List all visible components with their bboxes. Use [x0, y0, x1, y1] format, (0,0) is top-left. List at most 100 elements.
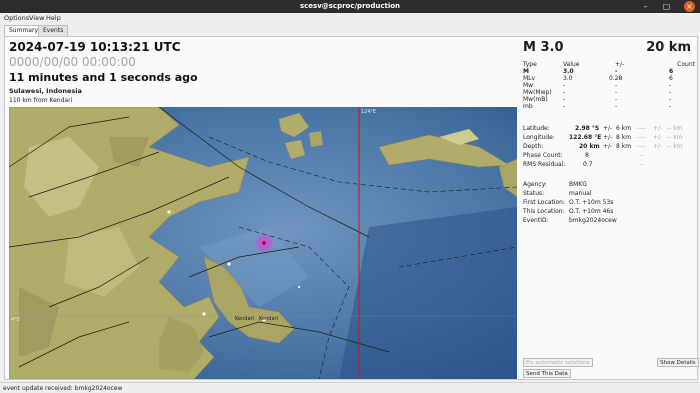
mag-type: M: [523, 68, 529, 75]
magnitude-table: Type Value +/- Count M 3.0 - 6 MLv 3.0 0…: [523, 61, 695, 110]
status-message: event update received: bmkg2024ocew: [3, 385, 123, 392]
phase-count-value: 8: [585, 152, 589, 159]
summary-panel: 2024-07-19 10:13:21 UTC 0000/00/00 00:00…: [4, 36, 699, 380]
town-marker: [297, 285, 301, 289]
phase-count-ref: --: [639, 152, 644, 159]
mag-type: Mw(Mwp): [523, 89, 552, 96]
depth-ref-value: ----: [637, 143, 646, 150]
latitude-ref-value: ----: [637, 125, 646, 132]
table-row[interactable]: Mw(mB) - - -: [523, 96, 695, 103]
event-id-row: EventID: bmkg2024ocew: [523, 217, 695, 226]
mag-count: -: [669, 89, 672, 96]
rms-value: 0.7: [583, 161, 593, 168]
menu-options[interactable]: Options: [4, 14, 29, 22]
mag-value: -: [563, 89, 566, 96]
city-label-kendari: Kendari: [235, 316, 254, 322]
mag-count: -: [669, 103, 672, 110]
status-label: Status:: [523, 190, 545, 197]
agency-row: Agency: BMKG: [523, 181, 695, 190]
agency-value: BMKG: [569, 181, 587, 188]
window-titlebar: scesv@scproc/production – ▢ ×: [0, 0, 700, 13]
send-data-button[interactable]: Send This Data: [523, 369, 571, 378]
grid-label-lat: 4°S: [11, 317, 20, 323]
depth-summary: 20 km: [646, 40, 691, 55]
mag-type: MLv: [523, 75, 536, 82]
mag-pm: -: [615, 68, 618, 75]
this-location-label: This Location:: [523, 208, 565, 215]
mag-pm: -: [615, 96, 618, 103]
elapsed-time: 11 minutes and 1 seconds ago: [9, 71, 198, 84]
this-location-row: This Location: O.T. +10m 46s: [523, 208, 695, 217]
mag-count: 6: [669, 68, 674, 75]
first-location-label: First Location:: [523, 199, 565, 206]
menu-view[interactable]: View: [29, 14, 44, 22]
tab-events[interactable]: Events: [38, 25, 69, 36]
status-value: manual: [569, 190, 592, 197]
town-marker: [202, 312, 206, 316]
column-header-pm: +/-: [615, 61, 625, 68]
longitude-ref-value: ----: [637, 134, 646, 141]
depth-row: Depth: 20 km +/- 8 km ---- +/- -- km: [523, 143, 695, 152]
mag-pm: -: [615, 82, 618, 89]
rms-row: RMS Residual: 0.7 --: [523, 161, 695, 170]
longitude-label: Longitude:: [523, 134, 555, 141]
first-location-row: First Location: O.T. +10m 53s: [523, 199, 695, 208]
island: [309, 131, 323, 147]
longitude-row: Longitude: 122.68 °E +/- 8 km ---- +/- -…: [523, 134, 695, 143]
first-location-value: O.T. +10m 53s: [569, 199, 614, 206]
status-bar: event update received: bmkg2024ocew: [0, 382, 700, 393]
depth-error: 8 km: [616, 143, 632, 150]
mag-value: -: [563, 103, 566, 110]
table-row[interactable]: Mw(Mwp) - - -: [523, 89, 695, 96]
window-title: scesv@scproc/production: [299, 2, 401, 10]
table-row[interactable]: MLv 3.0 0.28 6: [523, 75, 695, 82]
magnitude-summary: M 3.0: [523, 40, 564, 55]
depth-pm: +/-: [603, 143, 613, 150]
depth-value: 20 km: [579, 143, 600, 150]
maximize-icon[interactable]: ▢: [661, 1, 672, 12]
column-header-value: Value: [563, 61, 580, 68]
phase-count-row: Phase Count: 8 --: [523, 152, 695, 161]
event-id-label: EventID:: [523, 217, 549, 224]
menu-help[interactable]: Help: [46, 14, 61, 22]
show-details-button[interactable]: Show Details: [657, 358, 699, 367]
mag-value: 3.0: [563, 75, 573, 82]
phase-count-label: Phase Count:: [523, 152, 563, 159]
mag-pm: -: [615, 103, 618, 110]
mag-type: Mw: [523, 82, 534, 89]
mag-value: -: [563, 96, 566, 103]
town-marker: [167, 210, 171, 214]
longitude-pm: +/-: [603, 134, 613, 141]
latitude-error: 6 km: [616, 125, 632, 132]
event-meta: Agency: BMKG Status: manual First Locati…: [523, 181, 695, 226]
origin-info: Latitude: 2.98 °S +/- 6 km ---- +/- -- k…: [523, 125, 695, 170]
mag-type: Mw(mB): [523, 96, 548, 103]
latitude-value: 2.98 °S: [575, 125, 600, 132]
nearest-city: 110 km from Kendari: [9, 97, 73, 104]
minimize-icon[interactable]: –: [640, 1, 651, 12]
depth-ref-error: -- km: [667, 143, 683, 150]
longitude-value: 122.68 °E: [569, 134, 602, 141]
secondary-time: 0000/00/00 00:00:00: [9, 55, 136, 69]
table-row[interactable]: mb - - -: [523, 103, 695, 110]
region-name: Sulawesi, Indonesia: [9, 87, 82, 95]
mag-type: mb: [523, 103, 533, 110]
table-row[interactable]: M 3.0 - 6: [523, 68, 695, 75]
latitude-pm: +/-: [603, 125, 613, 132]
origin-time: 2024-07-19 10:13:21 UTC: [9, 40, 181, 54]
column-header-type: Type: [523, 61, 537, 68]
close-icon[interactable]: ×: [684, 1, 695, 12]
agency-label: Agency:: [523, 181, 547, 188]
latitude-ref-error: -- km: [667, 125, 683, 132]
fix-automatic-solutions-button[interactable]: Fix automatic solutions: [523, 358, 593, 367]
table-row[interactable]: Mw - - -: [523, 82, 695, 89]
event-id-value: bmkg2024ocew: [569, 217, 617, 224]
event-map[interactable]: 124°E 4°S Kendari Kendari: [9, 107, 517, 379]
latitude-ref-pm: +/-: [653, 125, 663, 132]
map-canvas: 124°E 4°S Kendari Kendari: [9, 107, 517, 379]
status-row: Status: manual: [523, 190, 695, 199]
epicenter-dot: [262, 241, 266, 245]
mag-pm: -: [615, 89, 618, 96]
rms-label: RMS Residual:: [523, 161, 566, 168]
city-label-kendari: Kendari: [259, 316, 278, 322]
